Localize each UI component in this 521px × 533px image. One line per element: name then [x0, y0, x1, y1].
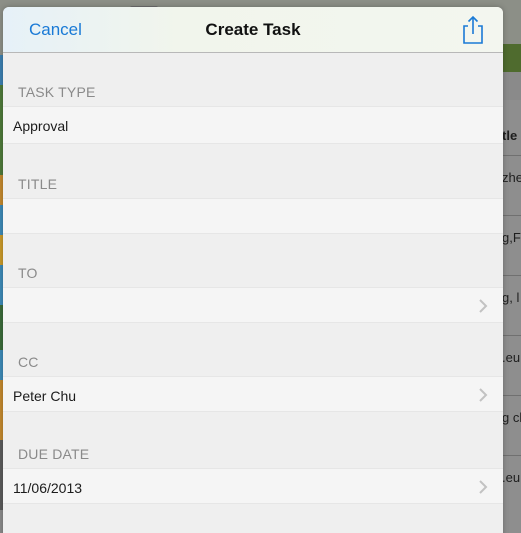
background-table-cell: zhe [502, 170, 521, 185]
title-label: TITLE [18, 176, 58, 192]
background-column-header: tle [502, 128, 518, 143]
page-title: Create Task [205, 20, 301, 39]
to-label: TO [18, 265, 38, 281]
create-task-sheet: Cancel Create Task TASK TYPE Approval TI… [3, 7, 503, 533]
background-row-divider [502, 395, 521, 396]
cc-value: Peter Chu [13, 388, 77, 404]
cc-row[interactable]: Peter Chu [3, 376, 503, 412]
background-row-divider [502, 275, 521, 276]
background-table-cell: .eu [502, 350, 521, 365]
chevron-right-icon [479, 480, 488, 494]
background-row-divider [502, 215, 521, 216]
background-table-cell: .eu [502, 470, 521, 485]
background-row-divider [502, 335, 521, 336]
due-date-label: DUE DATE [18, 446, 90, 462]
chevron-right-icon [479, 299, 488, 313]
task-type-row[interactable]: Approval [3, 106, 503, 144]
task-type-label: TASK TYPE [18, 84, 96, 100]
share-icon [463, 15, 483, 44]
background-row-divider [502, 155, 521, 156]
chevron-right-icon [479, 388, 488, 402]
due-date-row[interactable]: 11/06/2013 [3, 468, 503, 504]
to-row[interactable] [3, 287, 503, 323]
navigation-bar: Cancel Create Task [3, 7, 503, 53]
background-table-cell: g cl [502, 410, 521, 425]
cc-label: CC [18, 354, 39, 370]
background-row-divider [502, 455, 521, 456]
background-table-cell: g, l [502, 290, 520, 305]
share-button[interactable] [461, 15, 485, 45]
title-field[interactable] [3, 198, 503, 234]
due-date-value: 11/06/2013 [13, 480, 83, 496]
task-type-value: Approval [13, 118, 69, 134]
background-table-cell: g,F [502, 230, 521, 245]
